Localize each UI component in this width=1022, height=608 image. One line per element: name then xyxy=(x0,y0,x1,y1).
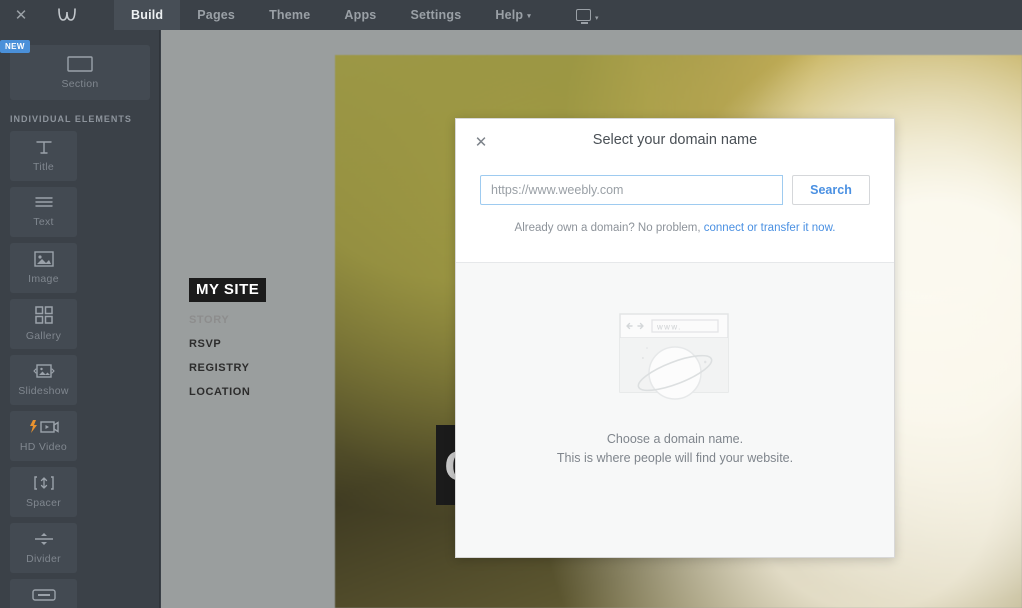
domain-search-input[interactable] xyxy=(480,175,783,205)
site-title: MY SITE xyxy=(189,278,266,302)
button-icon xyxy=(32,589,56,601)
empty-state-line-2: This is where people will find your webs… xyxy=(557,451,793,465)
own-domain-helper-text: Already own a domain? No problem, xyxy=(515,222,704,234)
element-tile-spacer[interactable]: Spacer xyxy=(10,467,77,517)
element-tile-title[interactable]: Title xyxy=(10,131,77,181)
tab-apps[interactable]: Apps xyxy=(327,0,393,30)
svg-text:www.: www. xyxy=(656,322,682,331)
domain-search-row: Search xyxy=(480,175,870,205)
element-tile-hd-video-label: HD Video xyxy=(20,441,67,453)
domain-selection-modal: ✕ Select your domain name Search Already… xyxy=(455,118,895,558)
weebly-logo-icon[interactable] xyxy=(50,0,84,30)
element-tile-button[interactable]: Button xyxy=(10,579,77,608)
tab-theme[interactable]: Theme xyxy=(252,0,327,30)
tab-settings[interactable]: Settings xyxy=(393,0,478,30)
top-bar: ✕ Build Pages Theme Apps Settings Help ▾… xyxy=(0,0,1022,30)
element-tile-spacer-label: Spacer xyxy=(26,497,61,509)
element-tile-gallery[interactable]: Gallery xyxy=(10,299,77,349)
connect-transfer-link[interactable]: connect or transfer it now. xyxy=(704,222,836,234)
hd-video-icon xyxy=(27,419,61,435)
browser-planet-illustration: www. xyxy=(612,310,738,414)
weebly-logo-glyph xyxy=(57,7,77,24)
close-icon[interactable]: ✕ xyxy=(6,0,36,30)
tab-help-label: Help xyxy=(495,8,523,22)
site-nav-item-story[interactable]: STORY xyxy=(189,314,349,326)
text-icon xyxy=(35,196,53,210)
element-tile-image[interactable]: Image xyxy=(10,243,77,293)
individual-elements-heading: INDIVIDUAL ELEMENTS xyxy=(10,114,149,124)
modal-body: www. Choose a domain name. This is where… xyxy=(456,263,894,557)
tab-apps-label: Apps xyxy=(344,8,376,22)
tab-settings-label: Settings xyxy=(410,8,461,22)
element-tile-slideshow-label: Slideshow xyxy=(18,385,69,397)
tab-pages[interactable]: Pages xyxy=(180,0,252,30)
site-nav-item-registry[interactable]: REGISTRY xyxy=(189,362,349,374)
spacer-icon xyxy=(33,475,55,491)
chevron-down-icon: ▾ xyxy=(527,12,531,20)
chevron-down-icon: ▾ xyxy=(595,14,599,22)
tab-help[interactable]: Help ▾ xyxy=(478,0,548,30)
new-badge: NEW xyxy=(0,40,30,53)
tab-build-label: Build xyxy=(131,8,163,22)
element-tile-divider-label: Divider xyxy=(26,553,61,565)
element-tile-section-label: Section xyxy=(61,78,98,90)
tab-theme-label: Theme xyxy=(269,8,310,22)
tab-pages-label: Pages xyxy=(197,8,235,22)
main-nav: Build Pages Theme Apps Settings Help ▾ xyxy=(114,0,548,30)
element-tile-gallery-label: Gallery xyxy=(26,330,61,342)
title-icon xyxy=(35,139,53,155)
element-tile-slideshow[interactable]: Slideshow xyxy=(10,355,77,405)
slideshow-icon xyxy=(31,363,57,379)
modal-header: ✕ Select your domain name Search Already… xyxy=(456,119,894,263)
modal-title: Select your domain name xyxy=(456,119,894,148)
divider-icon xyxy=(33,531,55,547)
element-tile-hd-video[interactable]: HD Video xyxy=(10,411,77,461)
site-nav-item-location[interactable]: LOCATION xyxy=(189,386,349,398)
element-tile-title-label: Title xyxy=(33,161,54,173)
element-tile-divider[interactable]: Divider xyxy=(10,523,77,573)
element-tile-section[interactable]: NEW Section xyxy=(10,45,150,100)
element-tile-image-label: Image xyxy=(28,273,59,285)
tab-build[interactable]: Build xyxy=(114,0,180,30)
element-tile-text[interactable]: Text xyxy=(10,187,77,237)
device-preview-button[interactable]: ▾ xyxy=(576,9,599,21)
own-domain-helper: Already own a domain? No problem, connec… xyxy=(456,222,894,234)
site-preview-nav: MY SITE STORY RSVP REGISTRY LOCATION xyxy=(189,278,349,398)
element-tile-text-label: Text xyxy=(33,216,53,228)
elements-sidebar: NEW Section INDIVIDUAL ELEMENTS Title Te… xyxy=(0,30,160,608)
image-icon xyxy=(34,251,54,267)
site-nav-item-rsvp[interactable]: RSVP xyxy=(189,338,349,350)
close-icon[interactable]: ✕ xyxy=(470,131,492,153)
search-button[interactable]: Search xyxy=(792,175,870,205)
section-icon xyxy=(67,56,93,72)
elements-grid: Title Text Image Gallery Slideshow xyxy=(10,131,149,608)
gallery-icon xyxy=(35,306,53,324)
monitor-icon xyxy=(576,9,591,21)
empty-state-line-1: Choose a domain name. xyxy=(607,432,743,446)
